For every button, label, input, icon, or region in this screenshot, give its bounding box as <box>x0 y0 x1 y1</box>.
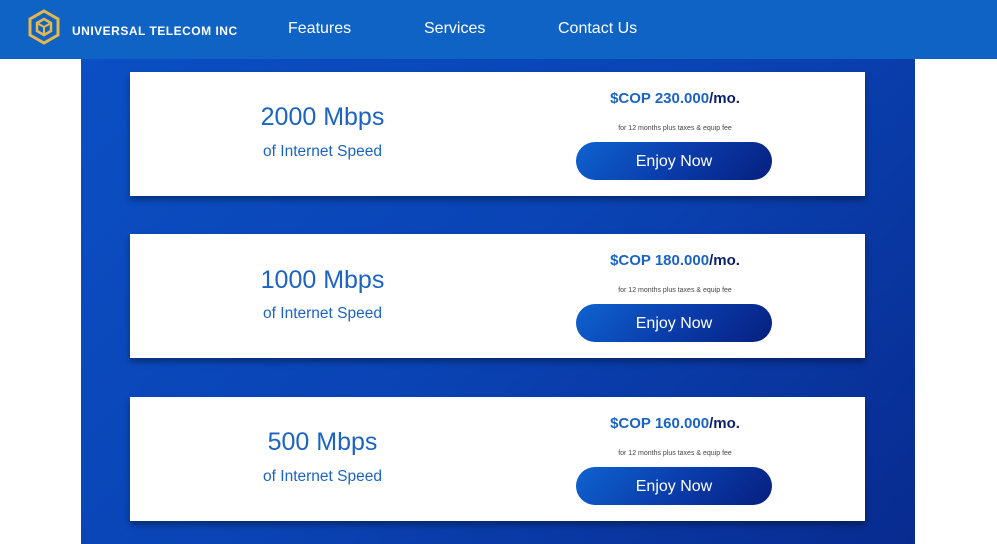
hexagon-cube-logo-icon[interactable] <box>27 9 61 45</box>
plan-card-1000: 1000 Mbps of Internet Speed $COP 180.000… <box>130 234 865 358</box>
price-suffix: /mo. <box>709 415 740 432</box>
nav-features[interactable]: Features <box>288 19 351 39</box>
nav-contact-us[interactable]: Contact Us <box>558 19 637 39</box>
plan-speed-subtitle: of Internet Speed <box>263 468 382 485</box>
price-suffix: /mo. <box>709 252 740 269</box>
plan-speed-subtitle: of Internet Speed <box>263 305 382 322</box>
plan-speed: 1000 Mbps <box>260 266 385 294</box>
site-header: UNIVERSAL TELECOM INC Features Services … <box>0 0 997 59</box>
price-amount: $COP 230.000 <box>610 90 710 107</box>
plan-price: $COP 160.000/mo. <box>575 415 775 433</box>
enjoy-now-button[interactable]: Enjoy Now <box>576 304 772 342</box>
enjoy-now-button[interactable]: Enjoy Now <box>576 142 772 180</box>
plan-card-500: 500 Mbps of Internet Speed $COP 160.000/… <box>130 397 865 521</box>
plan-fine-print: for 12 months plus taxes & equip fee <box>618 125 732 132</box>
plan-price: $COP 230.000/mo. <box>575 90 775 108</box>
plan-fine-print: for 12 months plus taxes & equip fee <box>618 287 732 294</box>
price-amount: $COP 160.000 <box>610 415 710 432</box>
enjoy-now-button[interactable]: Enjoy Now <box>576 467 772 505</box>
plan-speed: 500 Mbps <box>267 428 378 456</box>
price-amount: $COP 180.000 <box>610 252 710 269</box>
plan-price: $COP 180.000/mo. <box>575 252 775 270</box>
plan-speed-subtitle: of Internet Speed <box>263 143 382 160</box>
nav-services[interactable]: Services <box>424 19 485 39</box>
plan-speed: 2000 Mbps <box>260 103 385 131</box>
plan-card-2000: 2000 Mbps of Internet Speed $COP 230.000… <box>130 72 865 196</box>
price-suffix: /mo. <box>709 90 740 107</box>
brand-name[interactable]: UNIVERSAL TELECOM INC <box>72 23 238 39</box>
plan-fine-print: for 12 months plus taxes & equip fee <box>618 450 732 457</box>
